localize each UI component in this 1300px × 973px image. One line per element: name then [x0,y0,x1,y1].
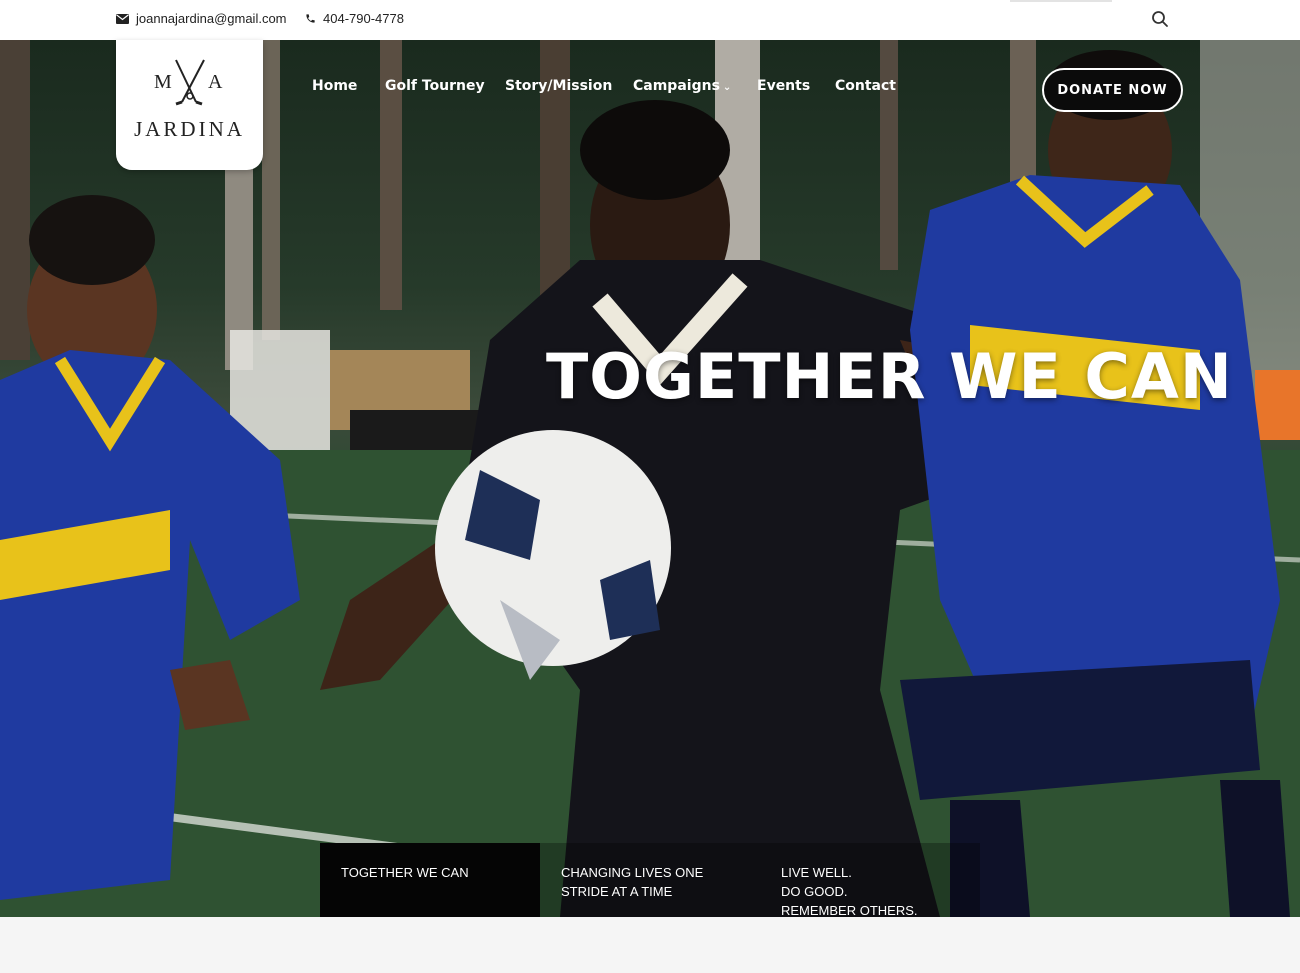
search-icon[interactable] [1151,10,1169,28]
page-below-hero [0,917,1300,973]
nav-campaigns-label: Campaigns [633,78,720,94]
nav-golf-tourney[interactable]: Golf Tourney [385,78,485,94]
phone-contact[interactable]: 404-790-4778 [305,11,404,26]
donate-button[interactable]: DONATE NOW [1042,68,1183,112]
slider-tab-2[interactable]: CHANGING LIVES ONE STRIDE AT A TIME [540,843,760,917]
hero-banner [0,40,1300,917]
nav-campaigns[interactable]: Campaigns ⌄ [633,78,731,94]
chevron-down-icon: ⌄ [722,82,732,93]
nav-home[interactable]: Home [312,78,357,94]
slider-tab-line: STRIDE AT A TIME [561,884,673,899]
golf-clubs-logo-mark: M A [154,59,223,106]
slider-tab-1[interactable]: TOGETHER WE CAN [320,843,540,917]
email-text: joannajardina@gmail.com [136,11,287,26]
slider-tab-line: CHANGING LIVES ONE [561,865,704,880]
hero-headline: TOGETHER WE CAN [546,340,1233,413]
svg-text:M: M [154,71,172,93]
phone-text: 404-790-4778 [323,11,404,26]
topbar-divider [1010,0,1112,2]
nav-contact[interactable]: Contact [835,78,896,94]
hero-photo [0,40,1300,917]
top-bar: joannajardina@gmail.com 404-790-4778 [0,0,1300,40]
nav-story-mission[interactable]: Story/Mission [505,78,612,94]
phone-icon [306,14,315,23]
slider-tab-line: LIVE WELL. [781,865,852,880]
slider-tab-3[interactable]: LIVE WELL. DO GOOD. REMEMBER OTHERS. [760,843,980,918]
envelope-icon [116,13,129,24]
nav-events[interactable]: Events [757,78,810,94]
site-logo[interactable]: M A JARDINA [116,40,263,170]
svg-text:A: A [208,71,223,93]
slider-tab-line: DO GOOD. [781,884,848,899]
logo-text: JARDINA [134,117,245,141]
slider-tab-line: TOGETHER WE CAN [341,865,469,880]
email-contact[interactable]: joannajardina@gmail.com [116,11,287,26]
